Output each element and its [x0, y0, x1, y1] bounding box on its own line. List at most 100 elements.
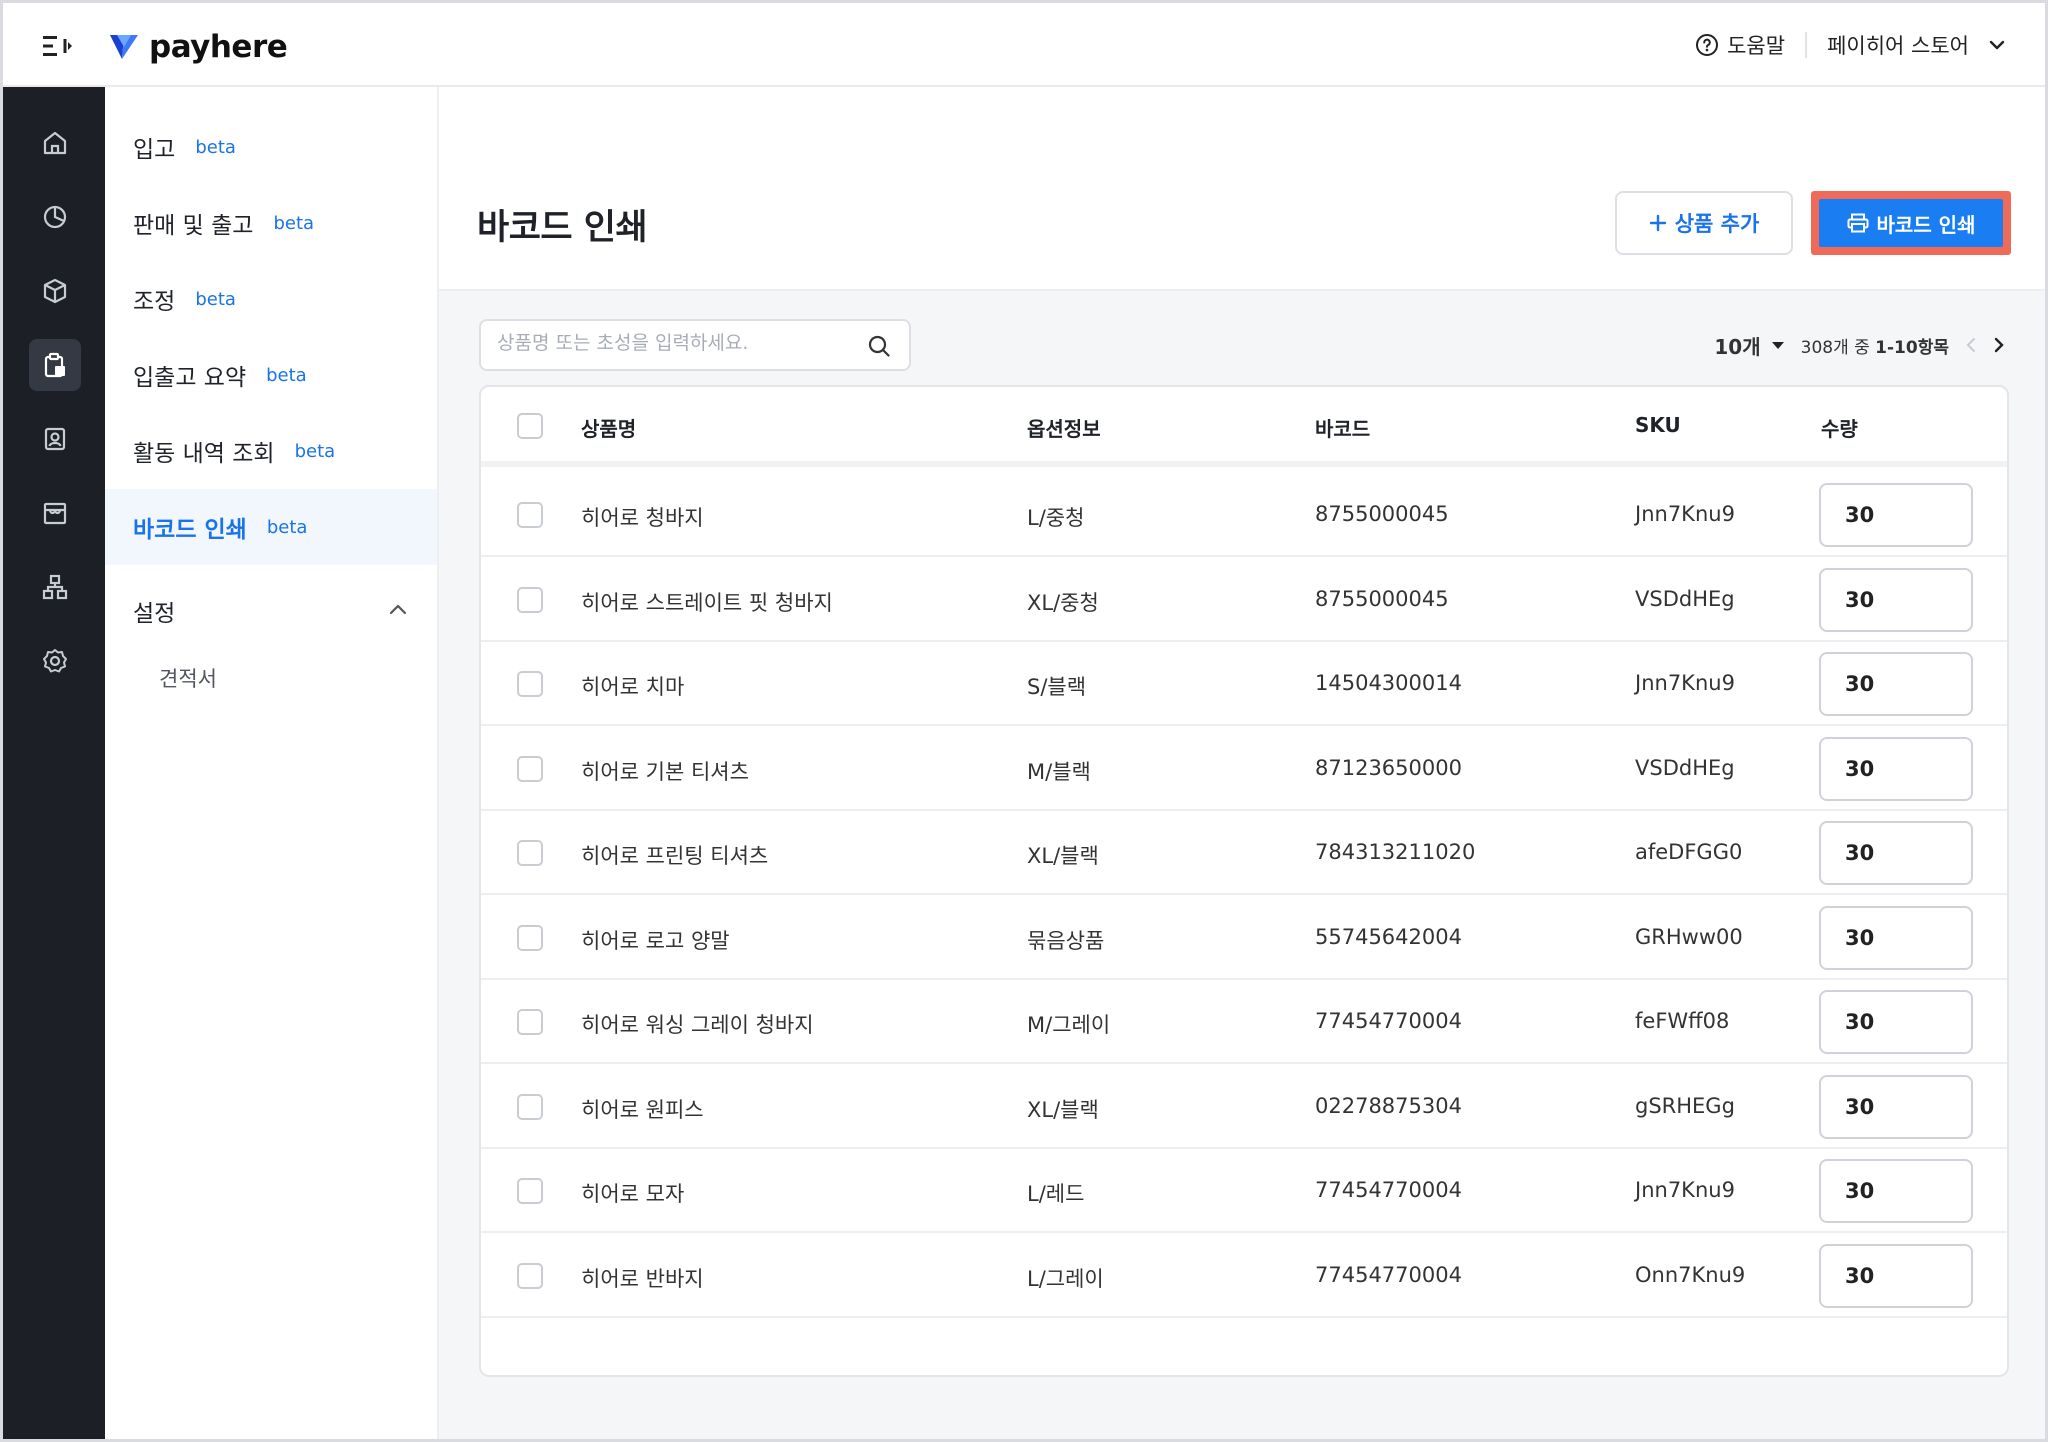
brand-logo[interactable]: payhere — [109, 27, 288, 67]
row-checkbox[interactable] — [517, 1262, 543, 1289]
nav-item-sales-outbound[interactable]: 판매 및 출고 beta — [105, 185, 437, 261]
rail-organization[interactable] — [29, 561, 81, 613]
rail-settings[interactable] — [29, 635, 81, 687]
sku-cell: VSDdHEg — [1635, 755, 1735, 780]
range-value: 1-10항목 — [1875, 337, 1949, 358]
nav-item-label: 판매 및 출고 — [133, 213, 254, 239]
beta-badge: beta — [195, 136, 236, 158]
rail-inventory[interactable] — [29, 339, 81, 391]
payhere-logo-icon — [110, 35, 138, 59]
store-icon — [43, 502, 67, 525]
sku-cell: Jnn7Knu9 — [1635, 502, 1735, 526]
plus-icon — [1649, 214, 1666, 232]
product-name-cell: 히어로 프린팅 티셔츠 — [581, 844, 769, 868]
chevron-left-icon[interactable] — [1965, 336, 1977, 354]
menu-toggle-icon[interactable] — [41, 33, 75, 59]
table-row: 히어로 청바지 L/중청 8755000045 Jnn7Knu9 30 — [481, 473, 2007, 557]
rail-analytics[interactable] — [29, 191, 81, 243]
sku-cell: Jnn7Knu9 — [1635, 671, 1735, 695]
row-checkbox[interactable] — [517, 1009, 543, 1035]
nav-item-activity-log[interactable]: 활동 내역 조회 beta — [105, 413, 437, 489]
row-checkbox[interactable] — [517, 924, 543, 951]
quantity-input[interactable]: 30 — [1819, 483, 1973, 547]
option-cell: XL/블랙 — [1027, 844, 1099, 868]
product-name-cell: 히어로 치마 — [581, 675, 685, 699]
select-all-checkbox[interactable] — [517, 413, 543, 439]
nav-item-summary[interactable]: 입출고 요약 beta — [105, 337, 437, 413]
search-input[interactable] — [497, 332, 857, 354]
quantity-input[interactable]: 30 — [1819, 990, 1973, 1054]
row-checkbox[interactable] — [517, 840, 543, 866]
quantity-input[interactable]: 30 — [1819, 736, 1973, 801]
row-checkbox[interactable] — [517, 502, 543, 528]
option-cell: XL/블랙 — [1027, 1097, 1099, 1122]
table-row: 히어로 원피스 XL/블랙 02278875304 gSRHEGg 30 — [481, 1065, 2007, 1149]
table-row: 히어로 치마 S/블랙 14504300014 Jnn7Knu9 30 — [481, 642, 2007, 726]
barcode-cell: 8755000045 — [1315, 502, 1449, 526]
row-checkbox[interactable] — [517, 1178, 543, 1204]
quantity-input[interactable]: 30 — [1819, 905, 1973, 970]
page-header: 바코드 인쇄 상품 추가 바코드 인쇄 — [439, 87, 2045, 291]
org-chart-icon — [42, 574, 68, 600]
quantity-input[interactable]: 30 — [1819, 1243, 1973, 1308]
barcode-cell: 77454770004 — [1315, 1262, 1462, 1287]
column-header-sku: SKU — [1635, 413, 1681, 437]
table-row: 히어로 스트레이트 핏 청바지 XL/중청 8755000045 VSDdHEg 30 — [481, 558, 2007, 642]
barcode-table: 상품명 옵션정보 바코드 SKU 수량 히어로 청바지 L/중청 875500004… — [479, 385, 2009, 1377]
main-content: 바코드 인쇄 상품 추가 바코드 인쇄 상품명 또는 초성을 입력하세요. 10… — [439, 87, 2045, 1439]
print-barcode-button[interactable]: 바코드 인쇄 — [1819, 199, 2003, 247]
nav-section-settings[interactable]: 설정 — [105, 573, 437, 649]
brand-name: payhere — [149, 29, 288, 65]
row-checkbox[interactable] — [517, 586, 543, 613]
sku-cell: VSDdHEg — [1635, 586, 1735, 611]
row-checkbox[interactable] — [517, 755, 543, 782]
nav-item-label: 바코드 인쇄 — [133, 517, 247, 543]
nav-item-barcode-print[interactable]: 바코드 인쇄 beta — [105, 489, 437, 565]
column-header-name: 상품명 — [581, 417, 637, 441]
add-product-label: 상품 추가 — [1674, 212, 1760, 236]
nav-item-quotation[interactable]: 견적서 — [159, 663, 217, 693]
nav-item-label: 입출고 요약 — [133, 365, 247, 391]
table-row: 히어로 워싱 그레이 청바지 M/그레이 77454770004 feFWff08 30 — [481, 980, 2007, 1064]
nav-item-inbound[interactable]: 입고 beta — [105, 109, 437, 185]
barcode-cell: 77454770004 — [1315, 1009, 1462, 1033]
option-cell: L/그레이 — [1027, 1266, 1104, 1291]
quantity-input[interactable]: 30 — [1819, 1074, 1973, 1139]
quantity-input[interactable]: 30 — [1819, 821, 1973, 885]
option-cell: 묶음상품 — [1027, 928, 1105, 953]
table-row: 히어로 프린팅 티셔츠 XL/블랙 784313211020 afeDFGG0 30 — [481, 811, 2007, 895]
quantity-input[interactable]: 30 — [1819, 1159, 1973, 1223]
top-right-controls: 도움말 페이히어 스토어 — [1695, 25, 2005, 65]
option-cell: L/레드 — [1027, 1182, 1085, 1206]
row-checkbox[interactable] — [517, 671, 543, 697]
barcode-cell: 14504300014 — [1315, 671, 1462, 695]
nav-item-adjustment[interactable]: 조정 beta — [105, 261, 437, 337]
page-size-select[interactable]: 10개 — [1714, 331, 1784, 360]
app-window: payhere 도움말 페이히어 스토어 입고 beta 판매 및 출고 bet… — [0, 0, 2048, 1442]
product-name-cell: 히어로 청바지 — [581, 506, 704, 530]
add-product-button[interactable]: 상품 추가 — [1615, 191, 1793, 255]
sub-navigation: 입고 beta 판매 및 출고 beta 조정 beta 입출고 요약 beta… — [105, 87, 439, 1439]
sku-cell: Onn7Knu9 — [1635, 1262, 1746, 1287]
help-button[interactable]: 도움말 — [1695, 30, 1805, 60]
product-name-cell: 히어로 기본 티셔츠 — [581, 759, 749, 784]
rail-products[interactable] — [29, 265, 81, 317]
barcode-cell: 02278875304 — [1315, 1093, 1462, 1118]
nav-item-label: 조정 — [133, 289, 176, 315]
quantity-input[interactable]: 30 — [1819, 652, 1973, 716]
rail-home[interactable] — [29, 117, 81, 169]
chevron-right-icon[interactable] — [1993, 336, 2005, 354]
table-row: 히어로 로고 양말 묶음상품 55745642004 GRHww00 30 — [481, 896, 2007, 980]
help-label: 도움말 — [1727, 34, 1786, 58]
rail-customers[interactable] — [29, 413, 81, 465]
table-row: 히어로 기본 티셔츠 M/블랙 87123650000 VSDdHEg 30 — [481, 727, 2007, 811]
icon-rail — [3, 87, 105, 1439]
store-selector[interactable]: 페이히어 스토어 — [1827, 30, 2005, 60]
row-checkbox[interactable] — [517, 1093, 543, 1120]
search-icon[interactable] — [867, 334, 891, 358]
rail-store[interactable] — [29, 487, 81, 539]
option-cell: M/그레이 — [1027, 1013, 1111, 1037]
beta-badge: beta — [195, 288, 236, 310]
quantity-input[interactable]: 30 — [1819, 567, 1973, 632]
gear-icon — [43, 649, 67, 673]
